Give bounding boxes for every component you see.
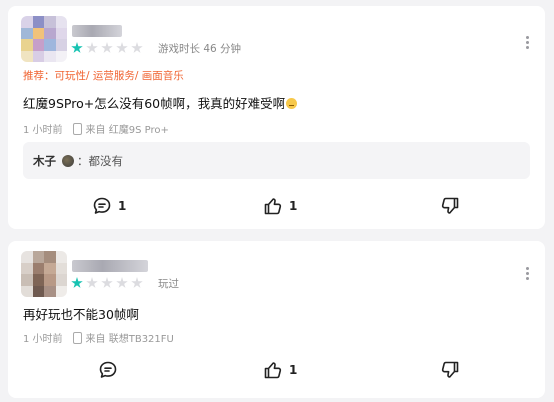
comment-button[interactable] [98,360,118,380]
thumbs-down-icon [440,196,460,216]
like-button[interactable]: 1 [263,360,297,380]
star-icon [116,277,128,288]
device-name: 来自 红魔9S Pro+ [85,125,169,136]
star-icon [71,42,83,53]
review-content: 红魔9SPro+怎么没有60帧啊，我真的好难受啊 [23,93,298,112]
reply-preview[interactable]: 木子 ：都没有 [23,142,530,179]
star-icon [116,42,128,53]
star-icon [86,42,98,53]
like-button[interactable]: 1 [263,196,297,216]
thumbs-up-icon [263,196,283,216]
comment-count: 1 [118,199,127,213]
user-avatar[interactable] [21,251,67,297]
comment-icon [98,360,118,380]
recommend-tags: 推荐：可玩性/ 运营服务/ 画面音乐 [23,70,184,82]
review-card: 游戏时长 46 分钟 推荐：可玩性/ 运营服务/ 画面音乐 红魔9SPro+怎么… [8,6,545,229]
rating-stars [71,42,143,54]
more-options-icon[interactable] [526,267,529,280]
play-time: 游戏时长 46 分钟 [158,43,242,55]
reply-separator: ： [77,153,89,168]
star-icon [86,277,98,288]
review-card: 玩过 再好玩也不能30帧啊 1 小时前 来自 联想TB321FU 1 [8,241,545,398]
post-time: 1 小时前 [23,125,63,136]
device-name: 来自 联想TB321FU [85,334,174,345]
username-blurred[interactable] [72,260,148,272]
thumbs-up-icon [263,360,283,380]
username-blurred[interactable] [72,25,122,37]
play-time: 玩过 [158,278,179,290]
star-icon [131,277,143,288]
review-content: 再好玩也不能30帧啊 [23,307,139,322]
review-text: 红魔9SPro+怎么没有60帧啊，我真的好难受啊 [23,96,286,111]
phone-icon [72,122,82,135]
phone-icon [72,331,82,344]
sad-emoji-icon [286,98,298,109]
star-icon [131,42,143,53]
like-count: 1 [289,363,298,377]
reply-text: 都没有 [88,153,124,168]
dislike-button[interactable] [440,360,460,380]
comment-icon [92,196,112,216]
like-count: 1 [289,199,298,213]
thumbs-down-icon [440,360,460,380]
more-options-icon[interactable] [526,36,529,49]
review-meta: 1 小时前 来自 红魔9S Pro+ [23,121,169,136]
user-avatar[interactable] [21,16,67,62]
post-time: 1 小时前 [23,334,63,345]
star-icon [101,42,113,53]
review-meta: 1 小时前 来自 联想TB321FU [23,330,174,345]
dislike-button[interactable] [440,196,460,216]
comment-button[interactable]: 1 [92,196,126,216]
star-icon [101,277,113,288]
reply-author[interactable]: 木子 [33,153,56,169]
star-icon [71,277,83,288]
reply-avatar [62,154,74,167]
rating-stars [71,277,143,289]
